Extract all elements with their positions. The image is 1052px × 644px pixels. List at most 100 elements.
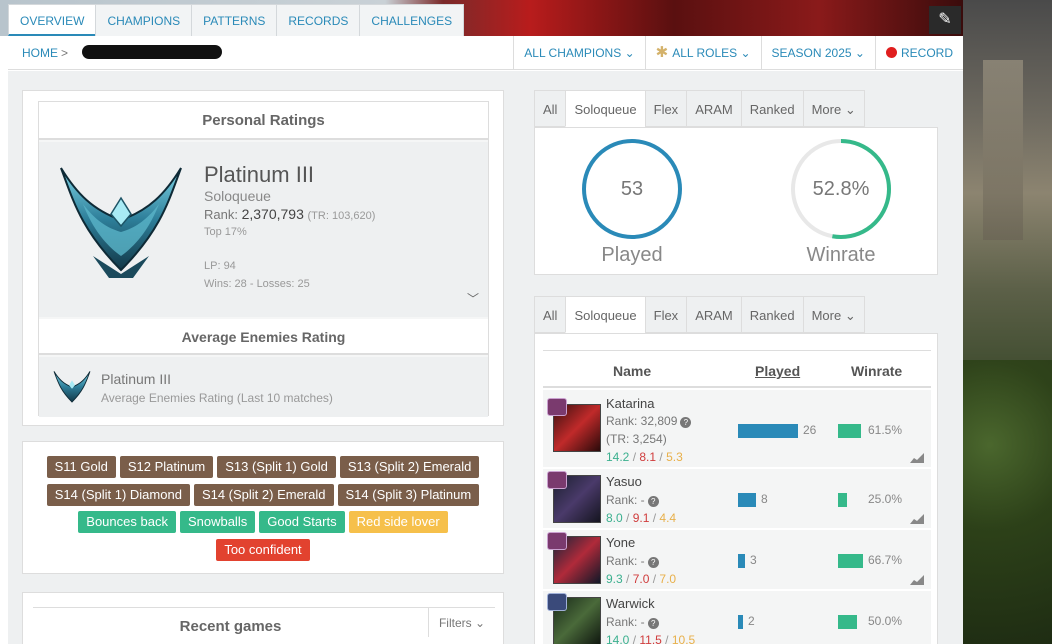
all-champions-dropdown[interactable]: ALL CHAMPIONS ⌄ <box>513 36 644 70</box>
kda-kills: 9.3 <box>606 572 623 586</box>
kda-assists: 10.5 <box>671 633 696 644</box>
trend-chart-icon[interactable] <box>910 575 924 585</box>
edit-icon: ✎ <box>938 11 952 28</box>
winrate-percent: 25.0% <box>868 492 903 506</box>
winrate-bar <box>838 554 863 568</box>
queue-tab-more[interactable]: More ⌄ <box>802 296 865 333</box>
recent-games-filters-button[interactable]: Filters ⌄ <box>428 607 495 637</box>
trait-tag: Bounces back <box>78 511 176 533</box>
champion-rank: Rank: -? <box>606 493 659 507</box>
column-played[interactable]: Played <box>755 363 800 379</box>
expand-chevron-icon[interactable]: ﹀ <box>467 290 479 307</box>
winrate-percent: 50.0% <box>868 614 903 628</box>
tab-champions[interactable]: CHAMPIONS <box>95 4 193 36</box>
winrate-value: 52.8% <box>812 178 870 200</box>
kda-assists: 4.4 <box>659 511 677 525</box>
champion-table-header: Name Played Winrate <box>543 350 931 388</box>
queue-tab-soloqueue[interactable]: Soloqueue <box>565 90 645 127</box>
kda-assists: 7.0 <box>659 572 677 586</box>
winrate-label: Winrate <box>806 244 876 266</box>
platinum-emblem-icon <box>60 167 182 278</box>
column-name[interactable]: Name <box>613 363 651 379</box>
roles-icon: ✱ <box>655 44 669 61</box>
kda-kills: 8.0 <box>606 511 623 525</box>
rank-badge-icon <box>547 532 567 550</box>
queue-tab-flex[interactable]: Flex <box>644 90 687 127</box>
chevron-down-icon: ⌄ <box>474 616 486 630</box>
season-label: SEASON 2025 <box>771 46 852 60</box>
trait-tag: Too confident <box>216 539 310 561</box>
chevron-down-icon: ⌄ <box>854 46 865 60</box>
season-tag: S11 Gold <box>46 456 116 478</box>
tab-overview[interactable]: OVERVIEW <box>8 4 97 36</box>
rank-label: Rank: <box>204 207 238 222</box>
chevron-down-icon: ⌄ <box>844 102 856 117</box>
winrate-percent: 66.7% <box>868 553 903 567</box>
queue-tab-all[interactable]: All <box>534 296 566 333</box>
edit-button[interactable]: ✎ <box>929 6 961 34</box>
champion-rank-value: Rank: - <box>606 493 645 507</box>
queue-tab-more[interactable]: More ⌄ <box>802 90 865 127</box>
rank-tr: (TR: 103,620) <box>307 210 376 222</box>
breadcrumb-home[interactable]: HOME <box>22 46 58 60</box>
champion-kda: 8.0 / 9.1 / 4.4 <box>606 511 677 525</box>
champion-row[interactable]: Yasuo Rank: -? 8.0 / 9.1 / 4.4 8 25.0% <box>543 469 931 529</box>
champion-name: Katarina <box>606 396 655 411</box>
queue-tab-aram[interactable]: ARAM <box>686 296 741 333</box>
champion-tr: (TR: 3,254) <box>606 432 667 446</box>
kda-deaths: 9.1 <box>632 511 650 525</box>
champion-rank: Rank: -? <box>606 554 659 568</box>
champion-row[interactable]: Katarina Rank: 32,809? (TR: 3,254) 14.2 … <box>543 390 931 468</box>
breadcrumb-separator: > <box>61 46 69 60</box>
tab-challenges[interactable]: CHALLENGES <box>359 4 465 36</box>
average-enemies-tier: Platinum III <box>101 371 172 387</box>
queue-tab-flex[interactable]: Flex <box>644 296 687 333</box>
tags-card: S11 Gold S12 Platinum S13 (Split 1) Gold… <box>22 441 504 574</box>
queue-tab-all[interactable]: All <box>534 90 566 127</box>
help-icon[interactable]: ? <box>680 417 692 428</box>
rank-top-percent: Top 17% <box>204 226 247 238</box>
kda-deaths: 7.0 <box>632 572 650 586</box>
help-icon[interactable]: ? <box>647 618 659 629</box>
platinum-emblem-small-icon <box>53 371 91 403</box>
personal-ratings-title: Personal Ratings <box>39 102 488 140</box>
average-enemies-body: Platinum III Average Enemies Rating (Las… <box>39 357 488 417</box>
kda-deaths: 8.1 <box>639 450 657 464</box>
winrate-bar <box>838 615 857 629</box>
season-dropdown[interactable]: SEASON 2025 ⌄ <box>760 36 875 70</box>
main-tabs: OVERVIEW CHAMPIONS PATTERNS RECORDS CHAL… <box>8 4 465 36</box>
rank-wins-losses: Wins: 28 - Losses: 25 <box>204 278 310 290</box>
champion-table-card: Name Played Winrate Katarina Rank: 32,80… <box>534 333 938 644</box>
queue-tab-soloqueue[interactable]: Soloqueue <box>565 296 645 333</box>
stats-queue-tabs: All Soloqueue Flex ARAM Ranked More ⌄ <box>534 90 865 127</box>
played-count: 26 <box>803 423 817 437</box>
rank-queue: Soloqueue <box>204 188 271 204</box>
champion-row[interactable]: Warwick Rank: -? 14.0 / 11.5 / 10.5 2 50… <box>543 591 931 644</box>
played-count: 3 <box>750 553 757 567</box>
queue-tab-ranked[interactable]: Ranked <box>740 90 803 127</box>
champion-name: Yasuo <box>606 474 642 489</box>
trait-tag: Good Starts <box>259 511 345 533</box>
help-icon[interactable]: ? <box>647 557 659 568</box>
trend-chart-icon[interactable] <box>910 514 924 524</box>
kda-kills: 14.0 <box>606 633 630 644</box>
column-winrate[interactable]: Winrate <box>851 363 902 379</box>
tag-row: Bounces back Snowballs Good Starts Red s… <box>23 511 503 533</box>
trend-chart-icon[interactable] <box>910 453 924 463</box>
queue-tab-aram[interactable]: ARAM <box>686 90 741 127</box>
recent-games-card: Recent games Filters ⌄ <box>22 592 504 644</box>
played-bar <box>738 493 756 507</box>
tab-records[interactable]: RECORDS <box>276 4 361 36</box>
season-tag: S12 Platinum <box>119 456 214 478</box>
played-bar <box>738 554 745 568</box>
top-banner: OVERVIEW CHAMPIONS PATTERNS RECORDS CHAL… <box>0 0 963 36</box>
rank-value: 2,370,793 <box>241 206 304 222</box>
queue-tab-ranked[interactable]: Ranked <box>740 296 803 333</box>
tab-patterns[interactable]: PATTERNS <box>191 4 278 36</box>
winrate-percent: 61.5% <box>868 423 903 437</box>
champion-row[interactable]: Yone Rank: -? 9.3 / 7.0 / 7.0 3 66.7% <box>543 530 931 590</box>
all-roles-dropdown[interactable]: ✱ ALL ROLES ⌄ <box>644 36 761 70</box>
record-button[interactable]: RECORD <box>874 36 963 70</box>
help-icon[interactable]: ? <box>647 496 659 507</box>
season-tag: S14 (Split 1) Diamond <box>46 484 190 506</box>
